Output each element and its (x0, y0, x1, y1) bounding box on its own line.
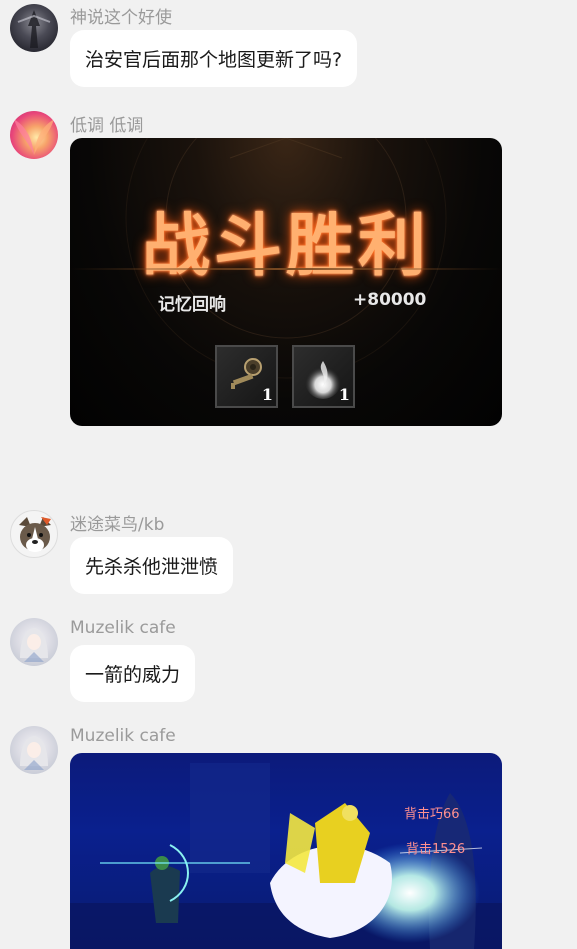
sender-name: 迷途菜鸟/kb (70, 515, 165, 535)
divider (70, 268, 502, 270)
message-bubble[interactable]: 治安官后面那个地图更新了吗? (70, 30, 358, 87)
message-bubble[interactable]: 一箭的威力 (70, 645, 196, 702)
reward-slot: 1 (215, 345, 278, 408)
image-message[interactable]: 背击巧66 背击1526 (70, 753, 502, 949)
avatar[interactable] (10, 111, 58, 159)
avatar[interactable] (10, 4, 58, 52)
image-message[interactable]: 战斗胜利 记忆回响 +80000 1 1 (70, 138, 502, 426)
victory-screenshot: 战斗胜利 记忆回响 +80000 1 1 (70, 138, 502, 426)
battle-screenshot: 背击巧66 背击1526 (70, 753, 502, 949)
sender-name: 低调 低调 (70, 116, 144, 136)
sender-name: Muzelik cafe (70, 726, 176, 746)
avatar[interactable] (10, 726, 58, 774)
sender-name: Muzelik cafe (70, 618, 176, 638)
reward-value: +80000 (353, 290, 427, 310)
damage-text: 背击巧66 (404, 807, 460, 822)
damage-text: 背击1526 (406, 842, 466, 857)
reward-slot: 1 (292, 345, 355, 408)
avatar[interactable] (10, 510, 58, 558)
item-count: 1 (261, 385, 273, 404)
item-count: 1 (338, 385, 350, 404)
avatar[interactable] (10, 618, 58, 666)
reward-label: 记忆回响 (158, 295, 226, 315)
sender-name: 神说这个好使 (70, 8, 172, 28)
message-bubble[interactable]: 先杀杀他泄泄愤 (70, 537, 234, 594)
victory-title: 战斗胜利 (141, 206, 430, 286)
